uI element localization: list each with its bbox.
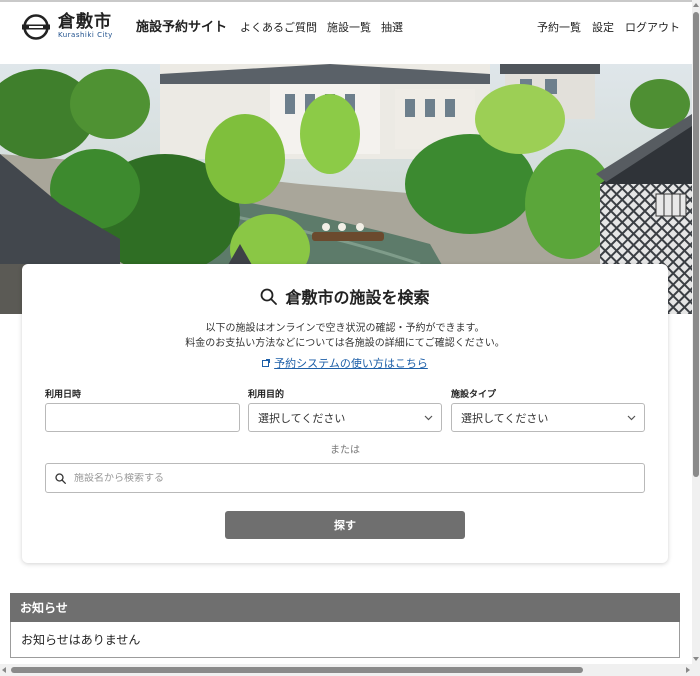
purpose-select-value: 選択してください xyxy=(258,411,346,425)
purpose-label: 利用目的 xyxy=(248,390,285,400)
facility-name-input[interactable] xyxy=(74,472,634,484)
external-link-icon xyxy=(262,359,271,367)
scroll-right-icon[interactable] xyxy=(686,667,690,673)
nav-right: 予約一覧 設定 ログアウト xyxy=(537,19,680,35)
facility-type-select-value: 選択してください xyxy=(461,411,549,425)
howto-link[interactable]: 予約システムの使い方はこちら xyxy=(22,355,668,371)
nav-settings[interactable]: 設定 xyxy=(592,19,614,35)
nav-left: よくあるご質問 施設一覧 抽選 xyxy=(240,19,403,35)
logo-en: Kurashiki City xyxy=(58,31,113,39)
scroll-up-icon[interactable] xyxy=(693,3,699,7)
logo-text: 倉敷市 Kurashiki City xyxy=(58,13,113,40)
facility-search-card: 倉敷市の施設を検索 以下の施設はオンラインで空き状況の確認・予約ができます。 料… xyxy=(22,264,668,563)
horizontal-scroll-thumb[interactable] xyxy=(11,667,583,673)
or-divider: または xyxy=(330,445,360,456)
search-title: 倉敷市の施設を検索 xyxy=(22,284,668,308)
nav-facility-list[interactable]: 施設一覧 xyxy=(327,19,371,35)
vertical-scrollbar[interactable] xyxy=(692,0,700,664)
chevron-down-icon xyxy=(627,415,636,421)
search-submit-button[interactable]: 探す xyxy=(225,511,465,539)
search-icon xyxy=(261,288,278,305)
notice-panel: お知らせ お知らせはありません xyxy=(10,593,680,658)
description-line-1: 以下の施設はオンラインで空き状況の確認・予約ができます。 xyxy=(205,323,485,334)
description-line-2: 料金のお支払い方法などについては各施設の詳細にてご確認ください。 xyxy=(185,338,505,349)
facility-name-search[interactable] xyxy=(45,463,645,493)
notice-heading: お知らせ xyxy=(10,593,680,622)
nav-reservation-list[interactable]: 予約一覧 xyxy=(537,19,581,35)
vertical-scroll-thumb[interactable] xyxy=(693,12,699,477)
date-input[interactable] xyxy=(45,403,240,432)
chevron-down-icon xyxy=(424,415,433,421)
howto-link-text[interactable]: 予約システムの使い方はこちら xyxy=(274,355,428,371)
nav-logout[interactable]: ログアウト xyxy=(625,19,680,35)
site-title[interactable]: 施設予約サイト xyxy=(136,16,227,35)
search-title-text: 倉敷市の施設を検索 xyxy=(285,288,430,307)
search-icon xyxy=(55,472,66,484)
scroll-left-icon[interactable] xyxy=(2,667,6,673)
logo-jp: 倉敷市 xyxy=(58,12,112,32)
facility-type-label: 施設タイプ xyxy=(451,390,497,400)
kurashiki-logo[interactable]: 倉敷市 Kurashiki City xyxy=(20,13,113,40)
date-label: 利用日時 xyxy=(45,390,82,400)
horizontal-scrollbar[interactable] xyxy=(0,664,700,676)
facility-type-select[interactable]: 選択してください xyxy=(451,403,645,432)
purpose-select[interactable]: 選択してください xyxy=(248,403,442,432)
scroll-down-icon[interactable] xyxy=(693,657,699,661)
nav-faq[interactable]: よくあるご質問 xyxy=(240,19,317,35)
site-header: 倉敷市 Kurashiki City 施設予約サイト よくあるご質問 施設一覧 … xyxy=(0,0,692,64)
nav-lottery[interactable]: 抽選 xyxy=(381,19,403,35)
search-description: 以下の施設はオンラインで空き状況の確認・予約ができます。 料金のお支払い方法など… xyxy=(22,321,668,351)
notice-body: お知らせはありません xyxy=(10,622,680,658)
kurashiki-logo-mark-icon xyxy=(22,13,50,40)
